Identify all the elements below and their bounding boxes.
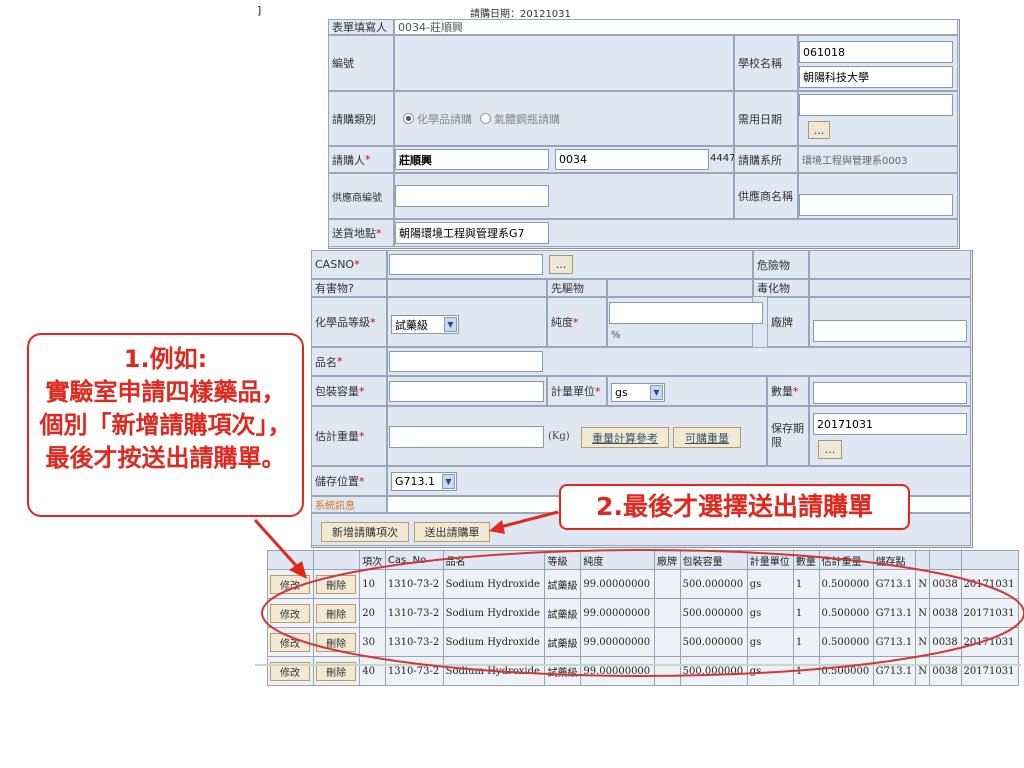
arrow-2-head bbox=[489, 520, 505, 534]
arrow-1-head bbox=[289, 561, 307, 579]
arrow-1-line bbox=[253, 518, 302, 572]
callout-submit-note: 2.最後才選擇送出請購單 bbox=[559, 484, 910, 530]
rows-highlight-ellipse bbox=[261, 549, 1024, 677]
arrow-2-line bbox=[499, 510, 559, 529]
callout-example-note: 1.例如: 實驗室申請四樣藥品，個別「新增請購項次」，最後才按送出請購單。 bbox=[27, 333, 304, 517]
callout-1-body: 實驗室申請四樣藥品，個別「新增請購項次」，最後才按送出請購單。 bbox=[39, 378, 292, 472]
callout-1-title: 1.例如: bbox=[123, 345, 208, 373]
